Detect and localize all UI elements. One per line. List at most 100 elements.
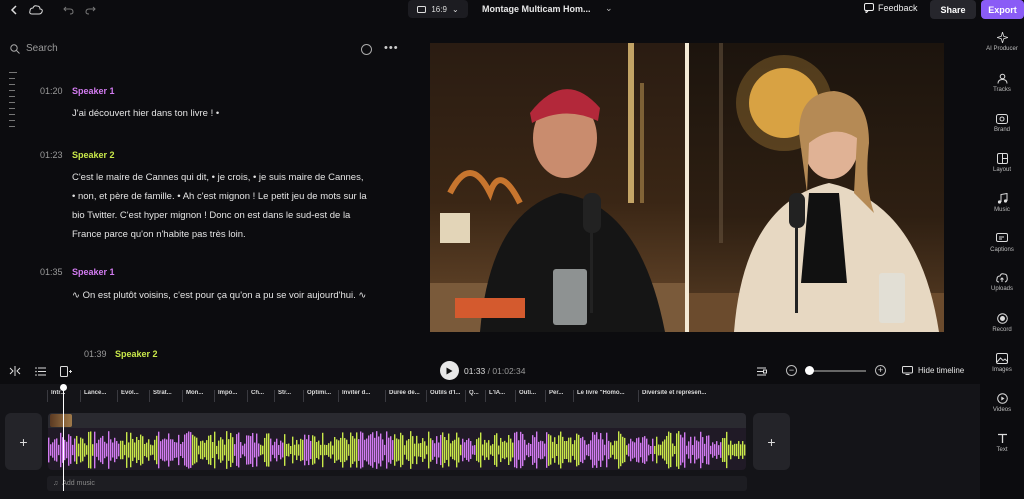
segment-text[interactable]: ∿ On est plutôt voisins, c'est pour ça q… bbox=[72, 286, 368, 305]
chapter-chip[interactable]: Durée de... bbox=[385, 390, 426, 402]
sparkle-icon bbox=[996, 32, 1008, 43]
split-clip-icon[interactable] bbox=[8, 364, 22, 378]
playhead-handle[interactable] bbox=[60, 384, 67, 391]
redo-icon[interactable] bbox=[82, 2, 98, 18]
add-layer-icon[interactable] bbox=[59, 364, 73, 378]
record-icon bbox=[996, 313, 1008, 324]
export-button[interactable]: Export bbox=[981, 0, 1024, 19]
sidebar-item-text[interactable]: Text bbox=[980, 433, 1024, 453]
chapter-chip[interactable]: L'IA... bbox=[485, 390, 515, 402]
sidebar-item-brand[interactable]: Brand bbox=[980, 114, 1024, 133]
segment-time[interactable]: 01:23 bbox=[40, 150, 63, 160]
segment-time[interactable]: 01:20 bbox=[40, 86, 63, 96]
sidebar-item-images[interactable]: Images bbox=[980, 353, 1024, 373]
chapter-chip[interactable]: Évol... bbox=[117, 390, 149, 402]
video-clip[interactable] bbox=[48, 413, 746, 470]
segment-speaker[interactable]: Speaker 2 bbox=[72, 150, 115, 160]
play-icon bbox=[446, 367, 453, 374]
sidebar-item-record[interactable]: Record bbox=[980, 313, 1024, 333]
transcript-scroll-ruler[interactable] bbox=[9, 72, 17, 132]
chapter-chip[interactable]: Optimi... bbox=[303, 390, 338, 402]
sidebar-item-tracks[interactable]: Tracks bbox=[980, 73, 1024, 93]
camera-view-speaker-2 bbox=[689, 43, 944, 332]
chevron-down-icon: ⌄ bbox=[451, 4, 459, 14]
chapter-chip[interactable]: Le livre "Homo... bbox=[573, 390, 638, 402]
chapter-chip[interactable]: Diversité et représen... bbox=[638, 390, 718, 402]
zoom-in-button[interactable]: + bbox=[875, 365, 886, 376]
sidebar-item-label: Brand bbox=[993, 127, 1010, 133]
segment-speaker[interactable]: Speaker 1 bbox=[72, 86, 115, 96]
undo-icon[interactable] bbox=[60, 2, 76, 18]
add-clip-before-button[interactable]: + bbox=[5, 413, 42, 470]
list-view-icon[interactable] bbox=[33, 364, 47, 378]
editor-app: 16:9 ⌄ Montage Multicam Hom... ⌄ Feedbac… bbox=[0, 0, 1024, 499]
music-icon: ♫ bbox=[53, 480, 59, 487]
transcript-search[interactable]: Search bbox=[10, 43, 58, 54]
upload-icon bbox=[996, 273, 1008, 283]
more-options-icon[interactable]: ••• bbox=[384, 42, 399, 54]
segment-time[interactable]: 01:39 bbox=[84, 349, 107, 359]
zoom-slider-track[interactable] bbox=[806, 370, 866, 372]
segment-text[interactable]: J'ai découvert hier dans ton livre ! • bbox=[72, 104, 368, 123]
sidebar-item-layout[interactable]: Layout bbox=[980, 153, 1024, 173]
clip-thumbnail-strip bbox=[48, 413, 746, 428]
segment-text[interactable]: C'est le maire de Cannes qui dit, • je c… bbox=[72, 168, 368, 244]
add-music-track[interactable]: ♫ Add music bbox=[47, 476, 747, 491]
chapter-chip[interactable]: Outi... bbox=[515, 390, 545, 402]
layout-icon bbox=[996, 153, 1008, 164]
zoom-slider-thumb[interactable] bbox=[805, 366, 814, 375]
sidebar-item-label: Tracks bbox=[993, 87, 1011, 93]
add-clip-after-button[interactable]: + bbox=[753, 413, 790, 470]
chapter-chip[interactable]: Str... bbox=[274, 390, 303, 402]
sidebar-item-label: Images bbox=[992, 367, 1012, 373]
sidebar-item-label: Music bbox=[994, 207, 1010, 213]
chapter-chip[interactable]: Per... bbox=[545, 390, 573, 402]
sidebar-item-music[interactable]: Music bbox=[980, 193, 1024, 213]
filter-icon[interactable] bbox=[361, 44, 372, 55]
zoom-out-button[interactable]: − bbox=[786, 365, 797, 376]
playhead[interactable] bbox=[63, 385, 64, 491]
chapter-chip[interactable]: Impo... bbox=[214, 390, 247, 402]
sidebar-item-ai-producer[interactable]: AI Producer bbox=[980, 32, 1024, 52]
project-title[interactable]: Montage Multicam Hom... bbox=[482, 4, 591, 14]
image-icon bbox=[996, 353, 1008, 364]
chapter-chip[interactable]: Lance... bbox=[80, 390, 117, 402]
sidebar-item-label: Captions bbox=[990, 247, 1014, 253]
sidebar-item-label: Text bbox=[996, 447, 1008, 453]
feedback-icon bbox=[864, 3, 874, 13]
video-preview[interactable] bbox=[430, 43, 944, 332]
play-button[interactable] bbox=[440, 361, 459, 380]
feedback-label: Feedback bbox=[878, 3, 918, 13]
add-music-label: Add music bbox=[62, 480, 95, 487]
chapter-chip[interactable]: Q... bbox=[465, 390, 485, 402]
captions-style-icon[interactable] bbox=[754, 364, 768, 378]
hide-timeline-button[interactable]: Hide timeline bbox=[902, 366, 964, 375]
time-separator: / bbox=[487, 366, 491, 376]
feedback-button[interactable]: Feedback bbox=[864, 3, 918, 13]
chapter-chip[interactable]: Strat... bbox=[149, 390, 182, 402]
segment-speaker[interactable]: Speaker 2 bbox=[115, 349, 158, 359]
aspect-ratio-dropdown[interactable]: 16:9 ⌄ bbox=[408, 0, 468, 18]
segment-speaker[interactable]: Speaker 1 bbox=[72, 267, 115, 277]
chapter-chip[interactable]: Mon... bbox=[182, 390, 214, 402]
sidebar-item-captions[interactable]: Captions bbox=[980, 233, 1024, 253]
monitor-icon bbox=[902, 366, 913, 375]
sidebar-item-videos[interactable]: Videos bbox=[980, 393, 1024, 413]
chapter-chip[interactable]: Ch... bbox=[247, 390, 274, 402]
chapter-chip[interactable]: Inviter d... bbox=[338, 390, 385, 402]
chapter-chip[interactable]: Outils d'I... bbox=[426, 390, 465, 402]
aspect-ratio-value: 16:9 bbox=[431, 4, 447, 14]
back-icon[interactable] bbox=[6, 2, 22, 18]
sidebar-item-label: Record bbox=[992, 327, 1012, 333]
search-icon bbox=[10, 43, 20, 54]
sidebar-item-label: Videos bbox=[992, 407, 1012, 413]
hide-timeline-label: Hide timeline bbox=[918, 366, 965, 375]
current-time: 01:33 bbox=[464, 366, 486, 376]
segment-time[interactable]: 01:35 bbox=[40, 267, 63, 277]
users-icon bbox=[997, 73, 1007, 84]
sidebar-item-label: Layout bbox=[992, 167, 1011, 173]
search-placeholder: Search bbox=[26, 43, 58, 54]
sidebar-item-uploads[interactable]: Uploads bbox=[980, 273, 1024, 292]
share-button[interactable]: Share bbox=[930, 0, 976, 19]
chevron-down-icon[interactable]: ⌄ bbox=[605, 3, 613, 14]
